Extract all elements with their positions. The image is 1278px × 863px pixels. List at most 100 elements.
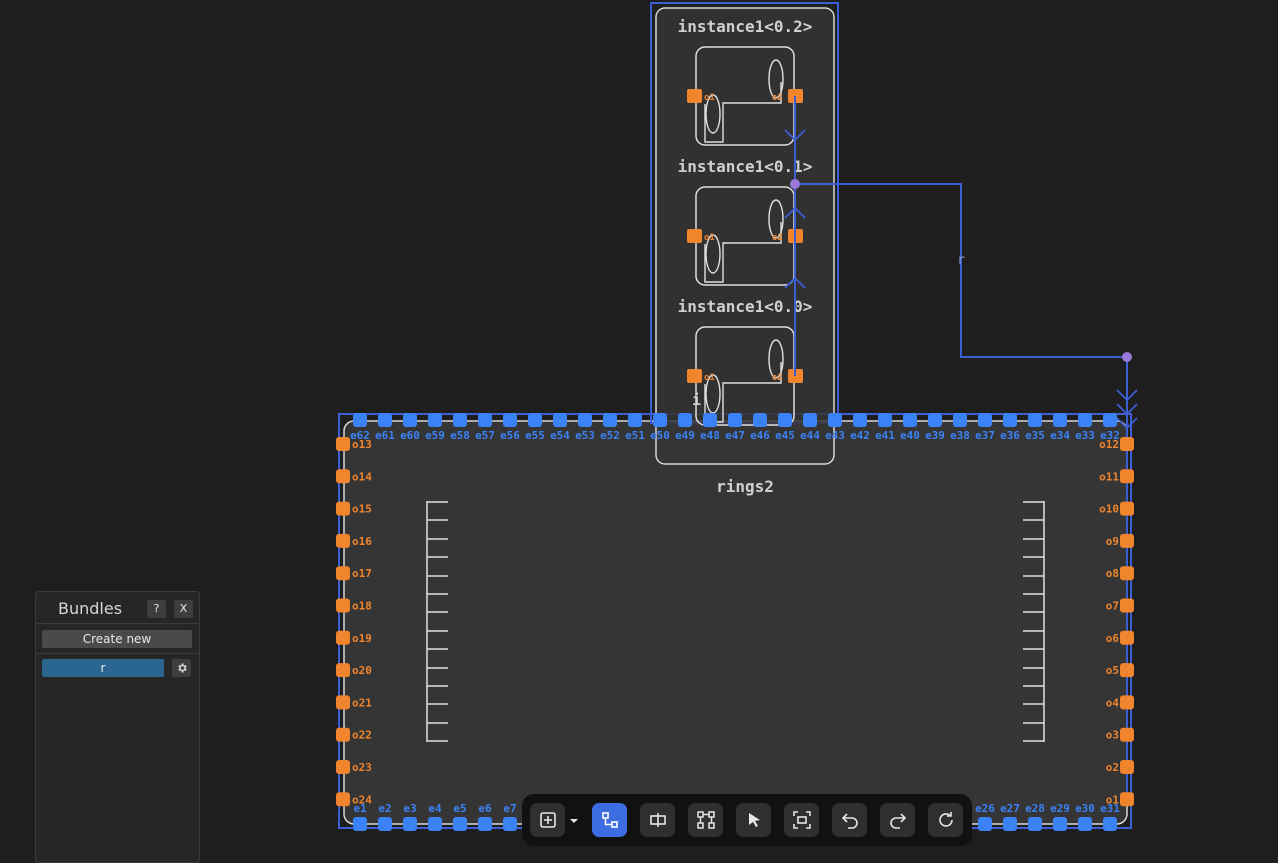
top-port[interactable]	[478, 413, 492, 427]
top-port[interactable]	[778, 413, 792, 427]
bottom-port[interactable]	[1003, 817, 1017, 831]
bottom-port[interactable]	[1078, 817, 1092, 831]
left-port[interactable]	[336, 760, 350, 774]
refresh-button[interactable]	[928, 803, 963, 837]
left-port-label: o22	[352, 729, 372, 742]
bottom-port[interactable]	[478, 817, 492, 831]
left-port[interactable]	[336, 533, 350, 548]
fit-view-button[interactable]	[784, 803, 819, 837]
undo-button[interactable]	[832, 803, 867, 837]
top-port[interactable]	[628, 413, 642, 427]
add-button[interactable]	[530, 803, 565, 837]
right-port[interactable]	[1120, 469, 1134, 484]
left-port-label: o21	[352, 696, 372, 709]
top-port[interactable]	[878, 413, 892, 427]
close-button[interactable]: X	[174, 600, 193, 618]
top-port[interactable]	[1053, 413, 1067, 427]
instance-array[interactable]	[650, 2, 839, 465]
bottom-port[interactable]	[1053, 817, 1067, 831]
bundle-item-r[interactable]: r	[42, 659, 164, 677]
top-port[interactable]	[803, 413, 817, 427]
right-port[interactable]	[1120, 792, 1134, 807]
bundles-title: Bundles	[58, 599, 123, 618]
right-port-label: o11	[1099, 470, 1119, 483]
top-port[interactable]	[528, 413, 542, 427]
top-port[interactable]	[978, 413, 992, 427]
bottom-port[interactable]	[503, 817, 517, 831]
top-port[interactable]	[728, 413, 742, 427]
top-port[interactable]	[928, 413, 942, 427]
top-port[interactable]	[428, 413, 442, 427]
right-port[interactable]	[1120, 501, 1134, 516]
top-port[interactable]	[828, 413, 842, 427]
top-port[interactable]	[1028, 413, 1042, 427]
top-port[interactable]	[678, 413, 692, 427]
instance-port-label: o1	[704, 93, 715, 103]
panel-divider	[36, 623, 199, 624]
top-port-label: e60	[400, 429, 420, 442]
top-port[interactable]	[1003, 413, 1017, 427]
top-port[interactable]	[403, 413, 417, 427]
left-port[interactable]	[336, 663, 350, 678]
left-port[interactable]	[336, 469, 350, 484]
top-port[interactable]	[953, 413, 967, 427]
left-port[interactable]	[336, 566, 350, 581]
top-port[interactable]	[453, 413, 467, 427]
bottom-port[interactable]	[1103, 817, 1117, 831]
top-port[interactable]	[903, 413, 917, 427]
top-port[interactable]	[1078, 413, 1092, 427]
right-port[interactable]	[1120, 533, 1134, 548]
top-port[interactable]	[603, 413, 617, 427]
right-port[interactable]	[1120, 727, 1134, 742]
left-port[interactable]	[336, 792, 350, 807]
bottom-port[interactable]	[978, 817, 992, 831]
top-port[interactable]	[378, 413, 392, 427]
wire-bend-node[interactable]	[1122, 352, 1132, 362]
connect-button[interactable]	[592, 803, 627, 837]
bottom-port[interactable]	[378, 817, 392, 831]
right-port[interactable]	[1120, 695, 1134, 710]
bottom-port[interactable]	[1028, 817, 1042, 831]
top-port[interactable]	[503, 413, 517, 427]
top-port[interactable]	[753, 413, 767, 427]
instance-port-label: o1	[704, 233, 715, 243]
gear-icon[interactable]	[172, 659, 191, 677]
help-button[interactable]: ?	[147, 600, 166, 618]
top-port[interactable]	[653, 413, 667, 427]
refresh-icon	[938, 812, 953, 827]
left-port[interactable]	[336, 727, 350, 742]
top-port[interactable]	[703, 413, 717, 427]
left-port[interactable]	[336, 501, 350, 516]
wire-label-r: r	[957, 253, 965, 268]
split-button[interactable]	[640, 803, 675, 837]
right-port[interactable]	[1120, 663, 1134, 678]
bottom-port[interactable]	[403, 817, 417, 831]
redo-button[interactable]	[880, 803, 915, 837]
right-port[interactable]	[1120, 760, 1134, 774]
instance-port-left[interactable]	[687, 369, 702, 383]
pointer-button[interactable]	[736, 803, 771, 837]
left-port[interactable]	[336, 630, 350, 645]
bottom-port-label: e7	[503, 802, 516, 815]
left-port[interactable]	[336, 695, 350, 710]
left-port[interactable]	[336, 437, 350, 451]
right-port[interactable]	[1120, 437, 1134, 451]
top-port[interactable]	[1103, 413, 1117, 427]
top-port[interactable]	[553, 413, 567, 427]
instance-port-left[interactable]	[687, 229, 702, 243]
bottom-port[interactable]	[453, 817, 467, 831]
top-port[interactable]	[853, 413, 867, 427]
right-port[interactable]	[1120, 630, 1134, 645]
bottom-port[interactable]	[353, 817, 367, 831]
route-button[interactable]	[688, 803, 723, 837]
wire-junction-node[interactable]	[790, 179, 800, 189]
top-port[interactable]	[578, 413, 592, 427]
create-new-button[interactable]: Create new	[42, 630, 192, 648]
add-dropdown-button[interactable]	[568, 813, 580, 827]
instance-port-left[interactable]	[687, 89, 702, 103]
right-port[interactable]	[1120, 566, 1134, 581]
bottom-port[interactable]	[428, 817, 442, 831]
top-port[interactable]	[353, 413, 367, 427]
left-port[interactable]	[336, 598, 350, 613]
right-port[interactable]	[1120, 598, 1134, 613]
